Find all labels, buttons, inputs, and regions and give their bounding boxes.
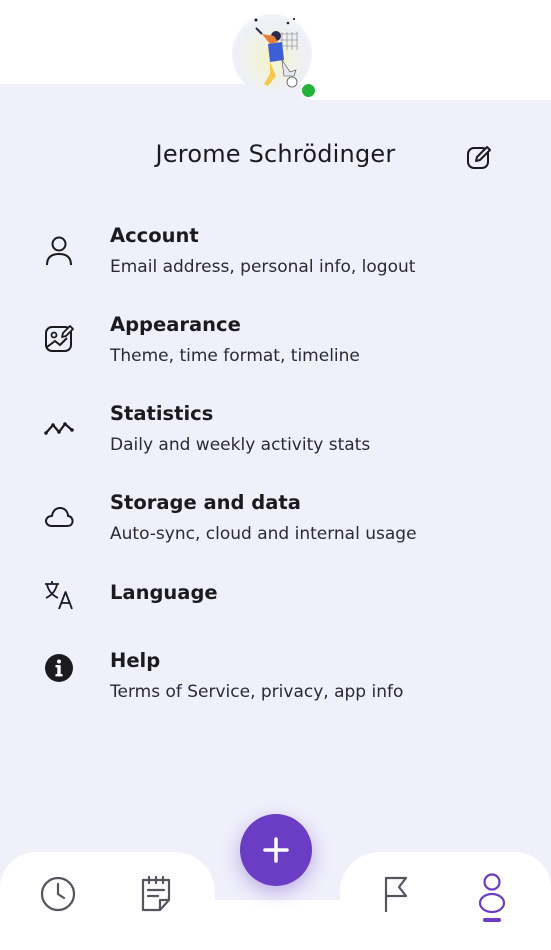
nav-clock-button[interactable] [36, 870, 80, 918]
flag-icon [384, 876, 408, 912]
bottom-nav-left [0, 852, 215, 950]
menu-item-account[interactable]: Account Email address, personal info, lo… [0, 218, 551, 298]
menu-item-title: Appearance [110, 313, 241, 336]
menu-item-subtitle: Terms of Service, privacy, app info [110, 682, 404, 702]
online-status-dot [300, 82, 317, 99]
menu-item-language[interactable]: Language [0, 574, 551, 654]
nav-flag-button[interactable] [373, 870, 417, 918]
bottom-nav-middle [200, 900, 360, 950]
menu-item-storage-and-data[interactable]: Storage and data Auto-sync, cloud and in… [0, 485, 551, 565]
trend-line-icon [40, 409, 78, 447]
cloud-icon [40, 498, 78, 536]
panel-notch [310, 84, 551, 100]
avatar-illustration [254, 17, 298, 88]
menu-item-title: Statistics [110, 402, 214, 425]
active-tab-indicator [483, 918, 501, 922]
profile-icon [478, 873, 506, 914]
nav-notes-button[interactable] [134, 870, 178, 918]
menu-item-title: Account [110, 224, 199, 247]
note-icon [141, 875, 171, 912]
edit-icon [467, 146, 491, 169]
menu-item-subtitle: Auto-sync, cloud and internal usage [110, 524, 417, 544]
menu-item-help[interactable]: Help Terms of Service, privacy, app info [0, 643, 551, 723]
avatar[interactable] [232, 14, 312, 94]
menu-item-appearance[interactable]: Appearance Theme, time format, timeline [0, 307, 551, 387]
person-icon [40, 232, 78, 270]
info-icon [40, 649, 78, 687]
image-edit-icon [40, 320, 78, 358]
add-button[interactable] [240, 814, 312, 886]
menu-item-title: Help [110, 649, 161, 672]
clock-icon [40, 876, 76, 912]
bottom-nav-right [340, 852, 551, 950]
menu-item-subtitle: Daily and weekly activity stats [110, 435, 371, 455]
menu-item-title: Language [110, 581, 218, 604]
nav-profile-button[interactable] [470, 870, 514, 918]
translate-icon [40, 576, 78, 614]
menu-item-subtitle: Email address, personal info, logout [110, 257, 416, 277]
menu-item-statistics[interactable]: Statistics Daily and weekly activity sta… [0, 396, 551, 476]
menu-item-title: Storage and data [110, 491, 301, 514]
menu-item-subtitle: Theme, time format, timeline [110, 346, 360, 366]
plus-icon [263, 837, 289, 863]
edit-profile-button[interactable] [462, 140, 496, 174]
